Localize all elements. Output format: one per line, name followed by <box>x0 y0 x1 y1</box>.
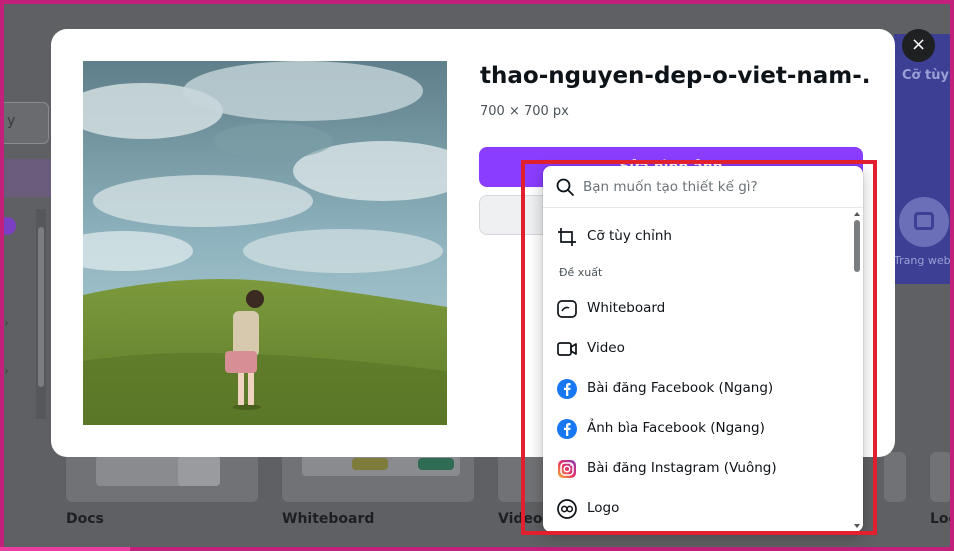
design-item-facebook-cover[interactable]: Ảnh bìa Facebook (Ngang) <box>543 410 853 446</box>
image-title: thao-nguyen-dep-o-viet-nam-... <box>480 63 870 89</box>
background-card-extra <box>884 452 906 502</box>
design-item-label: Bài đăng Facebook (Ngang) <box>587 380 774 396</box>
design-item-logo[interactable]: Logo <box>543 490 853 526</box>
design-item-label: Whiteboard <box>587 300 666 316</box>
background-card-logo <box>930 452 950 502</box>
design-item-video[interactable]: Video <box>543 330 853 366</box>
image-dimensions: 700 × 700 px <box>480 104 569 119</box>
whiteboard-icon <box>556 298 578 320</box>
chevron-right-icon: › <box>4 316 9 330</box>
instagram-icon <box>556 458 578 480</box>
background-badge <box>4 217 16 235</box>
design-item-label: Logo <box>587 500 620 516</box>
card-label-logo: Log <box>930 511 950 527</box>
video-icon <box>556 338 578 360</box>
image-preview <box>83 61 447 425</box>
website-label: Trang web <box>894 254 950 267</box>
background-card-whiteboard <box>282 452 474 502</box>
card-label-whiteboard: Whiteboard <box>282 511 375 527</box>
card-label-docs: Docs <box>66 511 104 527</box>
logo-icon <box>556 498 578 520</box>
background-scrollbar <box>36 209 46 419</box>
background-card-docs <box>66 452 258 502</box>
design-item-label: Ảnh bìa Facebook (Ngang) <box>587 420 765 436</box>
scroll-down-icon[interactable] <box>854 524 860 528</box>
background-right-panel: Cỡ tùy Trang web <box>894 34 950 284</box>
crop-icon <box>556 226 578 248</box>
card-label-video: Video <box>498 511 543 527</box>
design-item-facebook-post[interactable]: Bài đăng Facebook (Ngang) <box>543 370 853 406</box>
custom-size-label: Cỡ tùy <box>902 68 949 83</box>
design-item-whiteboard[interactable]: Whiteboard <box>543 290 853 326</box>
background-search: y <box>4 102 49 144</box>
website-icon <box>899 197 949 247</box>
design-search-input[interactable] <box>583 175 843 199</box>
design-item-label: Video <box>587 340 625 356</box>
design-item-label: Bài đăng Instagram (Vuông) <box>587 460 777 476</box>
design-item-instagram-post[interactable]: Bài đăng Instagram (Vuông) <box>543 450 853 486</box>
facebook-icon <box>556 418 578 440</box>
facebook-icon <box>556 378 578 400</box>
scrollbar-thumb[interactable] <box>854 220 860 272</box>
scroll-up-icon[interactable] <box>854 212 860 216</box>
close-icon[interactable]: × <box>902 29 935 62</box>
background-selected-strip <box>4 159 54 197</box>
design-search-bar <box>543 166 863 208</box>
pink-accent-line <box>0 547 130 551</box>
suggested-section-label: Đề xuất <box>559 266 603 279</box>
dropdown-scrollbar[interactable] <box>851 210 863 532</box>
chevron-right-icon: › <box>4 364 9 378</box>
custom-size-label: Cỡ tùy chỉnh <box>587 228 672 244</box>
custom-size-item[interactable]: Cỡ tùy chỉnh <box>543 218 853 254</box>
create-design-dropdown: Cỡ tùy chỉnh Đề xuất Whiteboard Video Bà… <box>543 166 863 532</box>
search-icon <box>555 177 575 201</box>
